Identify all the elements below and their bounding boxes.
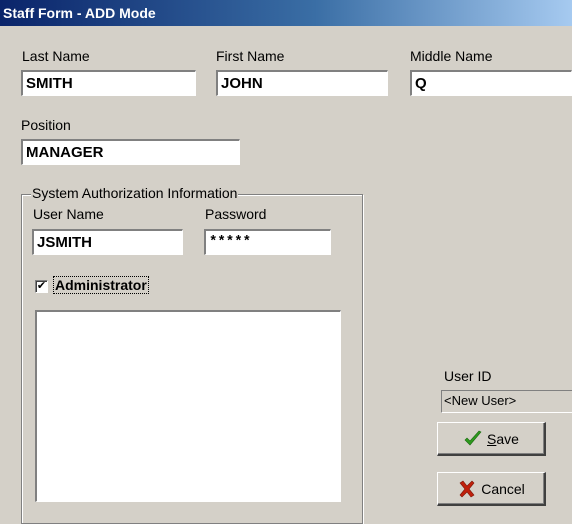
administrator-label[interactable]: Administrator xyxy=(53,276,149,294)
password-label: Password xyxy=(205,206,267,222)
x-icon xyxy=(459,480,475,497)
check-icon xyxy=(464,430,482,445)
first-name-field[interactable]: JOHN xyxy=(216,70,388,96)
middle-name-field[interactable]: Q xyxy=(410,70,572,96)
user-name-field[interactable]: JSMITH xyxy=(32,229,183,255)
last-name-field[interactable]: SMITH xyxy=(21,70,196,96)
user-id-label: User ID xyxy=(444,368,492,384)
password-field[interactable]: ***** xyxy=(204,229,331,255)
window-title: Staff Form - ADD Mode xyxy=(0,0,572,26)
cancel-button[interactable]: Cancel xyxy=(437,472,546,506)
save-label: Save xyxy=(487,430,519,447)
cancel-label: Cancel xyxy=(481,480,525,497)
position-label: Position xyxy=(21,117,71,133)
user-id-field: <New User> xyxy=(441,390,572,413)
administrator-checkbox[interactable]: ✔ xyxy=(35,280,48,293)
position-field[interactable]: MANAGER xyxy=(21,139,240,165)
group-title: System Authorization Information xyxy=(31,185,239,201)
authorization-list[interactable] xyxy=(35,310,341,502)
user-name-label: User Name xyxy=(33,206,104,222)
save-button[interactable]: Save xyxy=(437,422,546,456)
first-name-label: First Name xyxy=(216,48,285,64)
middle-name-label: Middle Name xyxy=(410,48,493,64)
last-name-label: Last Name xyxy=(22,48,90,64)
